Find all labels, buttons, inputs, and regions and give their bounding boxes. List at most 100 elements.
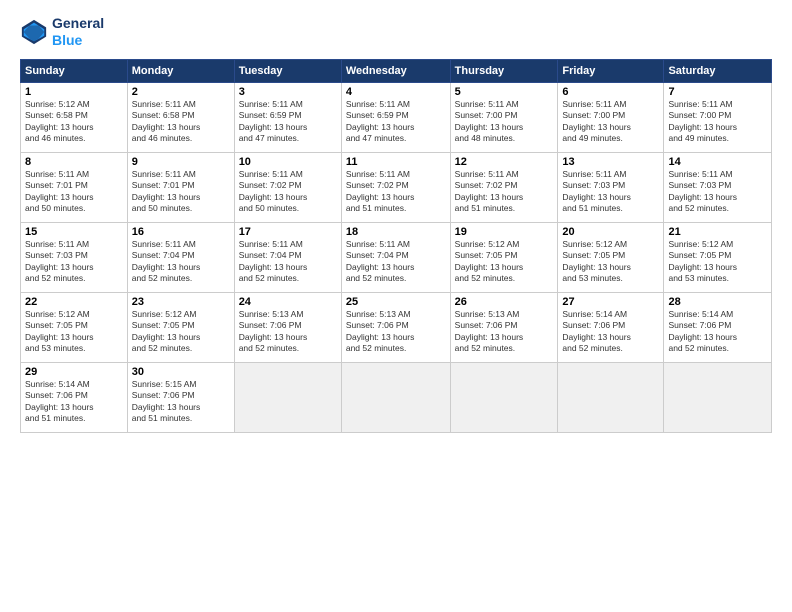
cell-text: Sunrise: 5:12 AM Sunset: 7:05 PM Dayligh… bbox=[455, 239, 554, 285]
calendar-cell bbox=[558, 362, 664, 432]
calendar-cell bbox=[234, 362, 341, 432]
calendar-cell: 18Sunrise: 5:11 AM Sunset: 7:04 PM Dayli… bbox=[341, 222, 450, 292]
day-number: 7 bbox=[668, 86, 767, 98]
cell-text: Sunrise: 5:11 AM Sunset: 7:03 PM Dayligh… bbox=[562, 169, 659, 215]
cell-text: Sunrise: 5:11 AM Sunset: 7:04 PM Dayligh… bbox=[132, 239, 230, 285]
calendar-cell: 14Sunrise: 5:11 AM Sunset: 7:03 PM Dayli… bbox=[664, 152, 772, 222]
day-number: 30 bbox=[132, 366, 230, 378]
cell-text: Sunrise: 5:11 AM Sunset: 6:59 PM Dayligh… bbox=[239, 99, 337, 145]
day-number: 26 bbox=[455, 296, 554, 308]
calendar-cell: 9Sunrise: 5:11 AM Sunset: 7:01 PM Daylig… bbox=[127, 152, 234, 222]
cell-text: Sunrise: 5:11 AM Sunset: 7:02 PM Dayligh… bbox=[239, 169, 337, 215]
day-number: 2 bbox=[132, 86, 230, 98]
logo-text: General Blue bbox=[52, 15, 104, 49]
day-number: 23 bbox=[132, 296, 230, 308]
calendar-cell: 16Sunrise: 5:11 AM Sunset: 7:04 PM Dayli… bbox=[127, 222, 234, 292]
calendar-cell: 28Sunrise: 5:14 AM Sunset: 7:06 PM Dayli… bbox=[664, 292, 772, 362]
cell-text: Sunrise: 5:11 AM Sunset: 7:04 PM Dayligh… bbox=[346, 239, 446, 285]
calendar-cell: 20Sunrise: 5:12 AM Sunset: 7:05 PM Dayli… bbox=[558, 222, 664, 292]
calendar-cell: 19Sunrise: 5:12 AM Sunset: 7:05 PM Dayli… bbox=[450, 222, 558, 292]
cell-text: Sunrise: 5:11 AM Sunset: 7:00 PM Dayligh… bbox=[668, 99, 767, 145]
day-number: 24 bbox=[239, 296, 337, 308]
calendar-cell: 24Sunrise: 5:13 AM Sunset: 7:06 PM Dayli… bbox=[234, 292, 341, 362]
day-number: 17 bbox=[239, 226, 337, 238]
day-number: 11 bbox=[346, 156, 446, 168]
cell-text: Sunrise: 5:11 AM Sunset: 7:02 PM Dayligh… bbox=[455, 169, 554, 215]
day-number: 28 bbox=[668, 296, 767, 308]
cell-text: Sunrise: 5:12 AM Sunset: 7:05 PM Dayligh… bbox=[668, 239, 767, 285]
cell-text: Sunrise: 5:11 AM Sunset: 7:01 PM Dayligh… bbox=[132, 169, 230, 215]
weekday-header-cell: Saturday bbox=[664, 59, 772, 82]
calendar-row: 1Sunrise: 5:12 AM Sunset: 6:58 PM Daylig… bbox=[21, 82, 772, 152]
day-number: 18 bbox=[346, 226, 446, 238]
cell-text: Sunrise: 5:13 AM Sunset: 7:06 PM Dayligh… bbox=[455, 309, 554, 355]
calendar-cell: 15Sunrise: 5:11 AM Sunset: 7:03 PM Dayli… bbox=[21, 222, 128, 292]
day-number: 1 bbox=[25, 86, 123, 98]
calendar-cell: 13Sunrise: 5:11 AM Sunset: 7:03 PM Dayli… bbox=[558, 152, 664, 222]
day-number: 15 bbox=[25, 226, 123, 238]
weekday-header-cell: Thursday bbox=[450, 59, 558, 82]
cell-text: Sunrise: 5:15 AM Sunset: 7:06 PM Dayligh… bbox=[132, 379, 230, 425]
calendar-cell bbox=[450, 362, 558, 432]
cell-text: Sunrise: 5:11 AM Sunset: 7:02 PM Dayligh… bbox=[346, 169, 446, 215]
calendar-cell: 21Sunrise: 5:12 AM Sunset: 7:05 PM Dayli… bbox=[664, 222, 772, 292]
day-number: 4 bbox=[346, 86, 446, 98]
weekday-header: SundayMondayTuesdayWednesdayThursdayFrid… bbox=[21, 59, 772, 82]
day-number: 10 bbox=[239, 156, 337, 168]
calendar-cell: 11Sunrise: 5:11 AM Sunset: 7:02 PM Dayli… bbox=[341, 152, 450, 222]
calendar-cell: 27Sunrise: 5:14 AM Sunset: 7:06 PM Dayli… bbox=[558, 292, 664, 362]
cell-text: Sunrise: 5:12 AM Sunset: 7:05 PM Dayligh… bbox=[562, 239, 659, 285]
cell-text: Sunrise: 5:11 AM Sunset: 7:00 PM Dayligh… bbox=[562, 99, 659, 145]
calendar-cell: 4Sunrise: 5:11 AM Sunset: 6:59 PM Daylig… bbox=[341, 82, 450, 152]
cell-text: Sunrise: 5:11 AM Sunset: 7:04 PM Dayligh… bbox=[239, 239, 337, 285]
calendar-cell: 1Sunrise: 5:12 AM Sunset: 6:58 PM Daylig… bbox=[21, 82, 128, 152]
calendar-cell: 30Sunrise: 5:15 AM Sunset: 7:06 PM Dayli… bbox=[127, 362, 234, 432]
calendar-row: 22Sunrise: 5:12 AM Sunset: 7:05 PM Dayli… bbox=[21, 292, 772, 362]
weekday-header-cell: Friday bbox=[558, 59, 664, 82]
day-number: 27 bbox=[562, 296, 659, 308]
calendar-cell: 7Sunrise: 5:11 AM Sunset: 7:00 PM Daylig… bbox=[664, 82, 772, 152]
calendar-cell: 22Sunrise: 5:12 AM Sunset: 7:05 PM Dayli… bbox=[21, 292, 128, 362]
cell-text: Sunrise: 5:12 AM Sunset: 7:05 PM Dayligh… bbox=[132, 309, 230, 355]
calendar-cell: 26Sunrise: 5:13 AM Sunset: 7:06 PM Dayli… bbox=[450, 292, 558, 362]
day-number: 21 bbox=[668, 226, 767, 238]
calendar-cell bbox=[664, 362, 772, 432]
calendar-cell: 5Sunrise: 5:11 AM Sunset: 7:00 PM Daylig… bbox=[450, 82, 558, 152]
cell-text: Sunrise: 5:11 AM Sunset: 7:03 PM Dayligh… bbox=[25, 239, 123, 285]
calendar-cell: 6Sunrise: 5:11 AM Sunset: 7:00 PM Daylig… bbox=[558, 82, 664, 152]
day-number: 13 bbox=[562, 156, 659, 168]
cell-text: Sunrise: 5:11 AM Sunset: 6:58 PM Dayligh… bbox=[132, 99, 230, 145]
weekday-header-cell: Monday bbox=[127, 59, 234, 82]
calendar-cell: 3Sunrise: 5:11 AM Sunset: 6:59 PM Daylig… bbox=[234, 82, 341, 152]
header: General Blue bbox=[20, 15, 772, 49]
calendar: SundayMondayTuesdayWednesdayThursdayFrid… bbox=[20, 59, 772, 433]
calendar-row: 15Sunrise: 5:11 AM Sunset: 7:03 PM Dayli… bbox=[21, 222, 772, 292]
cell-text: Sunrise: 5:13 AM Sunset: 7:06 PM Dayligh… bbox=[239, 309, 337, 355]
day-number: 12 bbox=[455, 156, 554, 168]
day-number: 16 bbox=[132, 226, 230, 238]
calendar-cell bbox=[341, 362, 450, 432]
day-number: 19 bbox=[455, 226, 554, 238]
day-number: 8 bbox=[25, 156, 123, 168]
page: General Blue SundayMondayTuesdayWednesda… bbox=[0, 0, 792, 612]
cell-text: Sunrise: 5:11 AM Sunset: 7:03 PM Dayligh… bbox=[668, 169, 767, 215]
calendar-cell: 2Sunrise: 5:11 AM Sunset: 6:58 PM Daylig… bbox=[127, 82, 234, 152]
day-number: 3 bbox=[239, 86, 337, 98]
cell-text: Sunrise: 5:11 AM Sunset: 7:00 PM Dayligh… bbox=[455, 99, 554, 145]
calendar-body: 1Sunrise: 5:12 AM Sunset: 6:58 PM Daylig… bbox=[21, 82, 772, 432]
logo-icon bbox=[20, 18, 48, 46]
day-number: 20 bbox=[562, 226, 659, 238]
day-number: 5 bbox=[455, 86, 554, 98]
weekday-header-cell: Tuesday bbox=[234, 59, 341, 82]
cell-text: Sunrise: 5:12 AM Sunset: 7:05 PM Dayligh… bbox=[25, 309, 123, 355]
calendar-cell: 17Sunrise: 5:11 AM Sunset: 7:04 PM Dayli… bbox=[234, 222, 341, 292]
day-number: 6 bbox=[562, 86, 659, 98]
day-number: 29 bbox=[25, 366, 123, 378]
cell-text: Sunrise: 5:14 AM Sunset: 7:06 PM Dayligh… bbox=[25, 379, 123, 425]
weekday-header-cell: Sunday bbox=[21, 59, 128, 82]
cell-text: Sunrise: 5:11 AM Sunset: 7:01 PM Dayligh… bbox=[25, 169, 123, 215]
day-number: 22 bbox=[25, 296, 123, 308]
calendar-cell: 23Sunrise: 5:12 AM Sunset: 7:05 PM Dayli… bbox=[127, 292, 234, 362]
calendar-row: 8Sunrise: 5:11 AM Sunset: 7:01 PM Daylig… bbox=[21, 152, 772, 222]
day-number: 14 bbox=[668, 156, 767, 168]
